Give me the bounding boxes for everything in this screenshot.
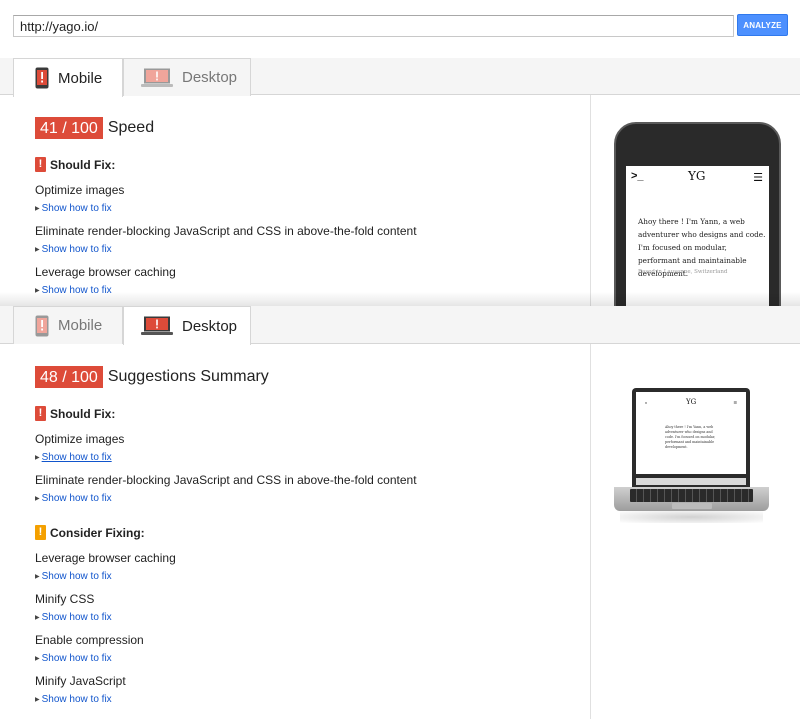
show-how-to-fix-link[interactable]: ▶ Show how to fix <box>35 244 112 255</box>
tab-strip: Mobile Desktop <box>0 306 800 345</box>
triangle-right-icon: ▶ <box>35 615 40 621</box>
rule-title: Minify JavaScript <box>35 674 126 688</box>
mobile-report-panel: Mobile Desktop 41 / 100 Speed ! Should F… <box>0 48 800 306</box>
phone-alert-icon <box>35 315 49 336</box>
show-how-to-fix-link[interactable]: ▶ Show how to fix <box>35 203 112 214</box>
show-how-to-fix-link[interactable]: ▶ Show how to fix <box>35 612 112 623</box>
score-row: 48 / 100 Suggestions Summary <box>35 366 269 388</box>
should-fix-label: Should Fix: <box>50 406 116 421</box>
rule-title: Leverage browser caching <box>35 551 176 565</box>
preview-caption: Based in Lausanne, Switzerland <box>638 269 728 275</box>
score-row: 41 / 100 Speed <box>35 117 154 139</box>
rule-title: Optimize images <box>35 432 125 446</box>
tab-desktop-label: Desktop <box>182 317 238 335</box>
rule-title: Optimize images <box>35 183 125 197</box>
desktop-report-panel: Mobile Desktop 48 / 100 Suggestions Summ… <box>0 306 800 719</box>
triangle-right-icon: ▶ <box>35 206 40 212</box>
consider-fixing-label: Consider Fixing: <box>50 525 145 540</box>
triangle-right-icon: ▶ <box>35 574 40 580</box>
rule-title: Leverage browser caching <box>35 265 176 279</box>
tab-desktop[interactable]: Desktop <box>123 306 251 345</box>
tab-desktop[interactable]: Desktop <box>123 58 251 96</box>
laptop-alert-icon <box>141 68 173 87</box>
rule-title: Eliminate render-blocking JavaScript and… <box>35 224 417 238</box>
laptop-screen: x YG ☰ Ahoy there ! I'm Yann, a web adve… <box>636 392 746 474</box>
show-how-to-fix-link[interactable]: ▶ Show how to fix <box>35 571 112 582</box>
trackpad <box>672 503 712 509</box>
phone-alert-icon <box>35 67 49 89</box>
laptop-alert-icon <box>141 316 173 335</box>
warning-icon: ! <box>35 525 46 540</box>
laptop-shadow <box>620 511 763 523</box>
triangle-right-icon: ▶ <box>35 656 40 662</box>
rule-title: Enable compression <box>35 633 144 647</box>
hamburger-icon: ☰ <box>753 172 763 184</box>
laptop-taskbar <box>636 478 746 485</box>
show-how-to-fix-link[interactable]: ▶ Show how to fix <box>35 285 112 296</box>
rule-title: Minify CSS <box>35 592 95 606</box>
tab-mobile-label: Mobile <box>58 317 103 334</box>
show-how-to-fix-link[interactable]: ▶ Show how to fix <box>35 694 112 705</box>
tab-mobile[interactable]: Mobile <box>13 306 123 344</box>
show-how-to-fix-link[interactable]: ▶ Show how to fix <box>35 653 112 664</box>
tab-mobile-label: Mobile <box>58 69 103 87</box>
link-label: Show how to fix <box>41 244 112 255</box>
mobile-results: 41 / 100 Speed ! Should Fix: Optimize im… <box>0 95 591 306</box>
desktop-preview: x YG ☰ Ahoy there ! I'm Yann, a web adve… <box>592 344 800 719</box>
triangle-right-icon: ▶ <box>35 455 40 461</box>
hamburger-icon: ☰ <box>733 400 737 405</box>
desktop-results: 48 / 100 Suggestions Summary ! Should Fi… <box>0 344 591 719</box>
url-bar: ANALYZE <box>0 0 800 48</box>
phone-screen: >_ YG ☰ Ahoy there ! I'm Yann, a web adv… <box>626 166 769 306</box>
link-label: Show how to fix <box>41 612 112 623</box>
link-label: Show how to fix <box>41 694 112 705</box>
link-label: Show how to fix <box>41 571 112 582</box>
show-how-to-fix-link[interactable]: ▶ Show how to fix <box>35 452 112 463</box>
link-label: Show how to fix <box>41 653 112 664</box>
site-logo: YG <box>686 398 697 406</box>
mobile-preview: >_ YG ☰ Ahoy there ! I'm Yann, a web adv… <box>592 95 800 306</box>
alert-icon: ! <box>35 157 46 172</box>
rule-title: Eliminate render-blocking JavaScript and… <box>35 473 417 487</box>
score-title: Speed <box>107 119 155 136</box>
triangle-right-icon: ▶ <box>35 697 40 703</box>
link-label: Show how to fix <box>41 203 112 214</box>
terminal-icon: >_ <box>631 170 644 182</box>
link-label: Show how to fix <box>41 285 112 296</box>
keyboard <box>630 489 753 502</box>
triangle-right-icon: ▶ <box>35 496 40 502</box>
alert-icon: ! <box>35 406 46 421</box>
should-fix-heading: ! Should Fix: <box>35 157 115 172</box>
score-title: Suggestions Summary <box>107 368 269 385</box>
tab-strip: Mobile Desktop <box>0 58 800 97</box>
site-logo: YG <box>688 169 706 183</box>
laptop-base <box>614 487 769 511</box>
score-badge: 48 / 100 <box>35 366 103 388</box>
laptop-screenshot: x YG ☰ Ahoy there ! I'm Yann, a web adve… <box>614 388 769 528</box>
consider-fixing-heading: ! Consider Fixing: <box>35 525 145 540</box>
should-fix-label: Should Fix: <box>50 157 116 172</box>
show-how-to-fix-link[interactable]: ▶ Show how to fix <box>35 493 112 504</box>
score-badge: 41 / 100 <box>35 117 103 139</box>
link-label: Show how to fix <box>41 452 112 463</box>
triangle-right-icon: ▶ <box>35 247 40 253</box>
should-fix-heading: ! Should Fix: <box>35 406 115 421</box>
link-label: Show how to fix <box>41 493 112 504</box>
triangle-right-icon: ▶ <box>35 288 40 294</box>
tab-desktop-label: Desktop <box>182 69 238 86</box>
phone-screenshot: >_ YG ☰ Ahoy there ! I'm Yann, a web adv… <box>614 122 781 306</box>
laptop-lid: x YG ☰ Ahoy there ! I'm Yann, a web adve… <box>632 388 750 489</box>
analyze-button[interactable]: ANALYZE <box>737 14 788 36</box>
tab-mobile[interactable]: Mobile <box>13 58 123 97</box>
url-input[interactable] <box>13 15 734 37</box>
x-icon: x <box>645 400 647 405</box>
preview-text: Ahoy there ! I'm Yann, a web adventurer … <box>665 425 716 449</box>
